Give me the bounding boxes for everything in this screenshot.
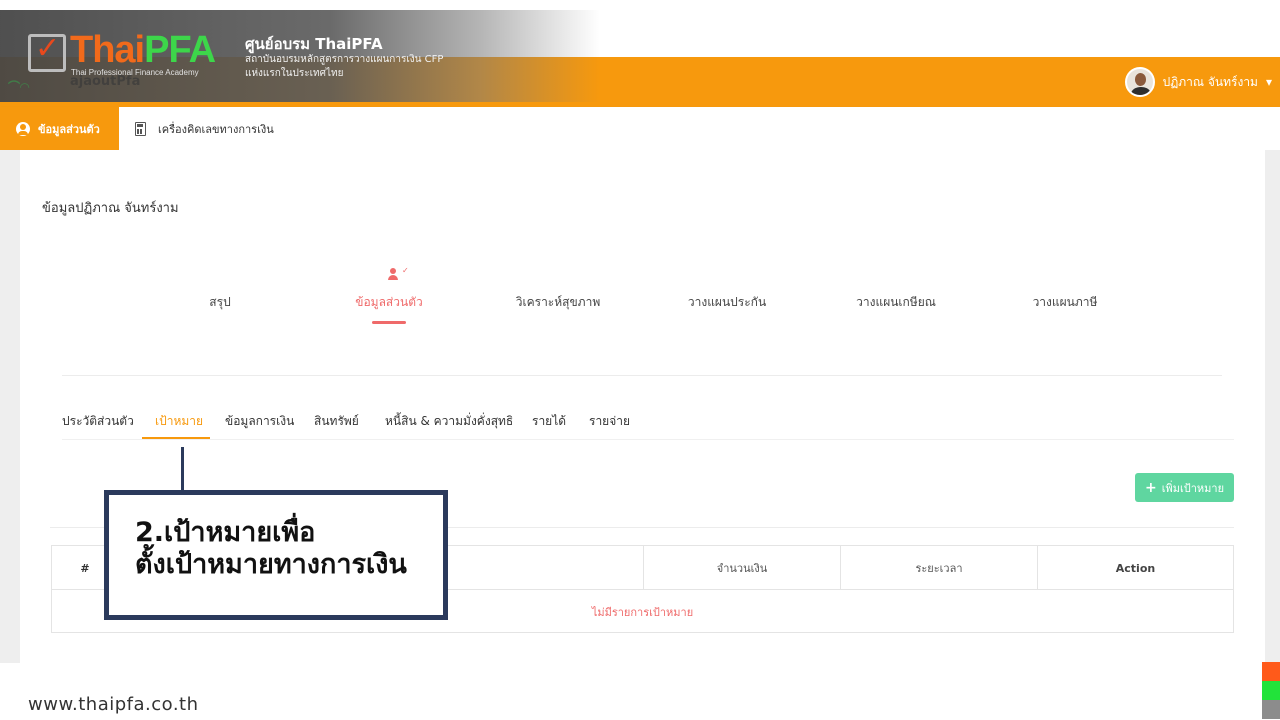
nav-financial-calculator[interactable]: เครื่องคิดเลขทางการเงิน (135, 107, 274, 150)
check-icon: ✓ (402, 266, 409, 275)
stripe-green (1262, 681, 1280, 700)
subtab-liabilities-net-worth[interactable]: หนี้สิน & ความมั่งคั่งสุทธิ (385, 412, 513, 431)
subtab-goals[interactable]: เป้าหมาย (155, 412, 203, 431)
callout-line-2: ตั้งเป้าหมายทางการเงิน (135, 549, 407, 580)
corner-stripes (1262, 662, 1280, 720)
subtab-income[interactable]: รายได้ (532, 412, 566, 431)
chevron-down-icon: ▾ (1265, 75, 1272, 89)
add-goal-label: เพิ่มเป้าหมาย (1161, 481, 1225, 495)
active-tab-indicator (372, 321, 406, 324)
callout-line-1: 2.เป้าหมายเพื่อ (135, 517, 316, 548)
user-menu[interactable]: ปฏิภาณ จันทร์งาม ▾ (1124, 67, 1272, 97)
tab-retirement-planning[interactable]: วางแผนเกษียณ (856, 293, 936, 312)
logo-secondary: PFA (144, 29, 216, 71)
main-tabs: ✓ สรุป ข้อมูลส่วนตัว วิเคราะห์สุขภาพ วาง… (140, 266, 1180, 336)
sub-tabs: ประวัติส่วนตัว เป้าหมาย ข้อมูลการเงิน สิ… (62, 402, 1234, 440)
thaipfa-logo-icon: ✓ (28, 31, 66, 72)
tab-summary[interactable]: สรุป (209, 293, 230, 312)
subtab-financial-info[interactable]: ข้อมูลการเงิน (225, 412, 294, 431)
subtab-expenses[interactable]: รายจ่าย (589, 412, 630, 431)
nav-personal-info-label: ข้อมูลส่วนตัว (38, 122, 100, 136)
tab-personal-info[interactable]: ข้อมูลส่วนตัว (355, 293, 422, 312)
nav-personal-info[interactable]: ข้อมูลส่วนตัว (0, 107, 119, 150)
callout-connector (181, 447, 184, 492)
subtab-personal-history[interactable]: ประวัติส่วนตัว (62, 412, 134, 431)
main-navbar: ข้อมูลส่วนตัว เครื่องคิดเลขทางการเงิน (0, 107, 1280, 150)
user-name: ปฏิภาณ จันทร์งาม (1162, 74, 1258, 89)
stripe-orange (1262, 662, 1280, 681)
tab-health-analysis[interactable]: วิเคราะห์สุขภาพ (516, 293, 601, 312)
tab-tax-planning[interactable]: วางแผนภาษี (1033, 293, 1098, 312)
annotation-callout: 2.เป้าหมายเพื่อ ตั้งเป้าหมายทางการเงิน (104, 490, 448, 620)
calculator-icon (135, 121, 146, 136)
plus-icon: + (1144, 479, 1157, 496)
nav-financial-calculator-label: เครื่องคิดเลขทางการเงิน (158, 122, 274, 136)
user-circle-icon (16, 121, 30, 136)
stripe-gray (1262, 700, 1280, 719)
header-amount: จำนวนเงิน (643, 546, 840, 590)
logo-tagline: Thai Professional Finance Academy (71, 68, 199, 77)
logo-primary: Thai (70, 29, 145, 71)
avatar (1124, 67, 1155, 97)
ghost-logo-icon: ⌒◠ (8, 80, 30, 94)
thaipfa-logo-text: ThaiPFA (70, 29, 216, 71)
header-action: Action (1037, 546, 1233, 590)
active-subtab-indicator (142, 437, 210, 439)
header-duration: ระยะเวลา (840, 546, 1037, 590)
divider (62, 375, 1222, 376)
org-subtitle-2: แห่งแรกในประเทศไทย (245, 68, 344, 79)
add-goal-button[interactable]: + เพิ่มเป้าหมาย (1135, 473, 1234, 502)
org-subtitle-1: สถาบันอบรมหลักสูตรการวางแผนการเงิน CFP (245, 54, 444, 65)
tab-insurance-planning[interactable]: วางแผนประกัน (688, 293, 766, 312)
footer-url: www.thaipfa.co.th (28, 694, 199, 715)
page-title: ข้อมูลปฏิภาณ จันทร์งาม (42, 201, 179, 216)
subtab-assets[interactable]: สินทรัพย์ (314, 412, 359, 431)
